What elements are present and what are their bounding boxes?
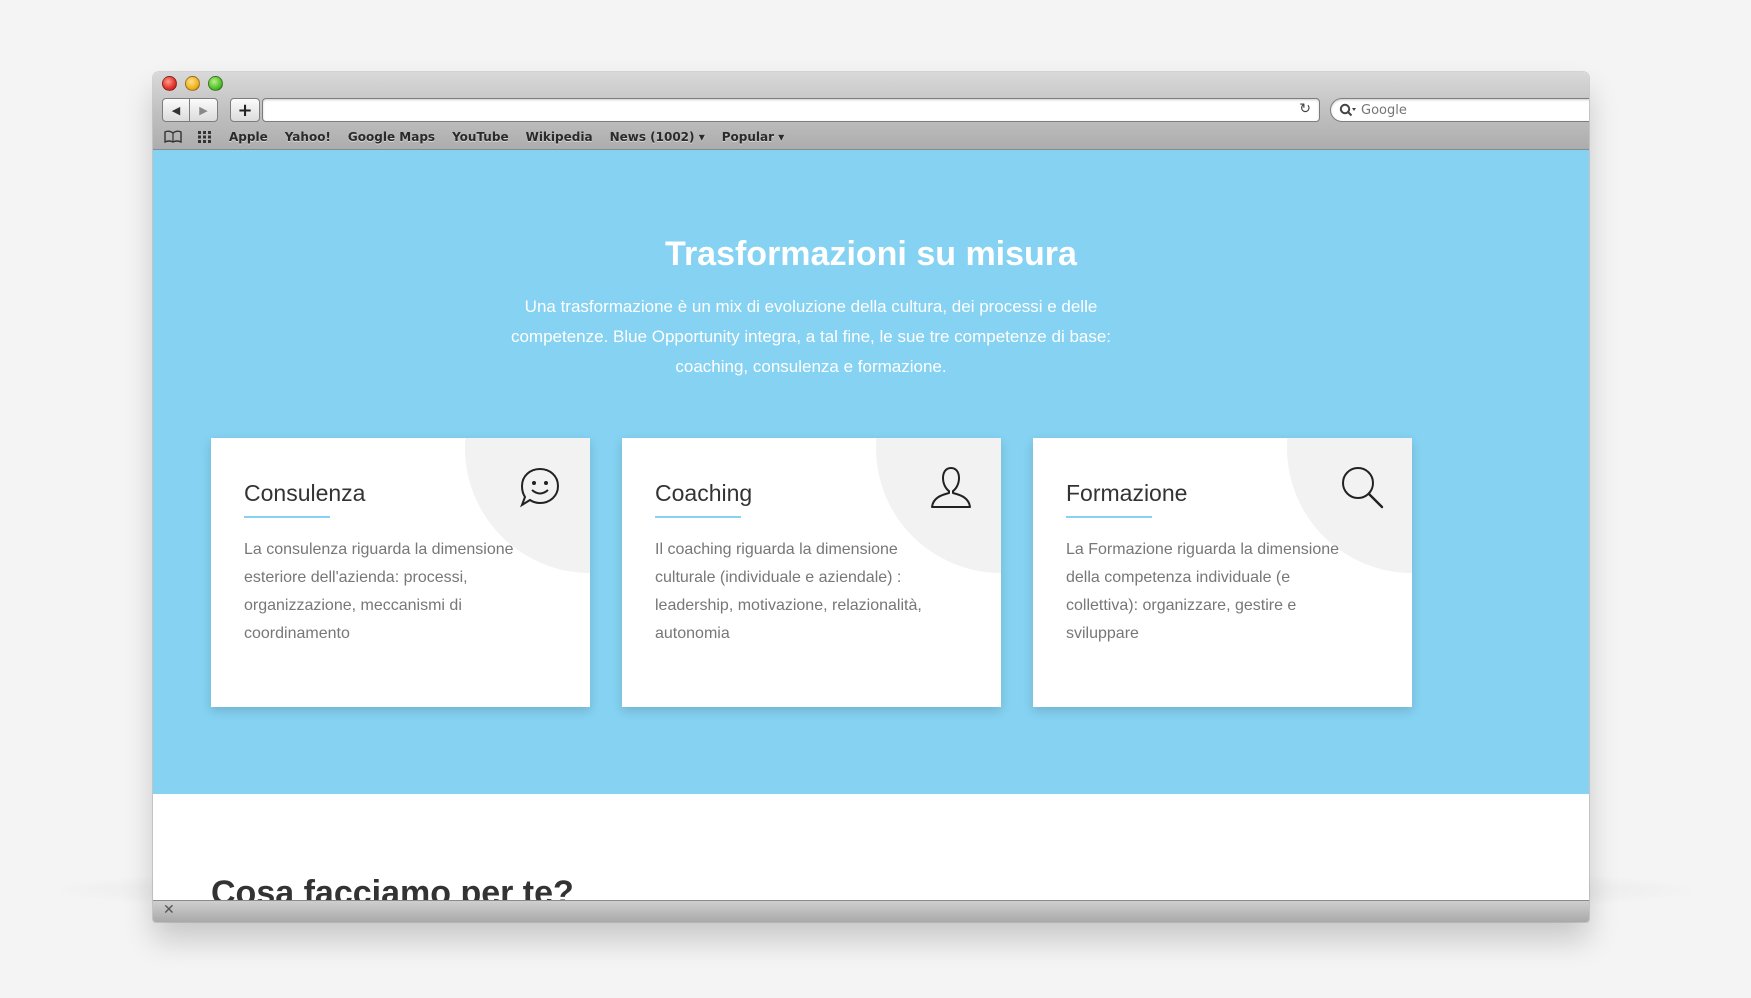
hero-subtitle: Una trasformazione è un mix di evoluzion… — [510, 297, 1112, 376]
card-text: La Formazione riguarda la dimensione del… — [1066, 541, 1340, 642]
zoom-window-button[interactable] — [208, 76, 223, 91]
card-consulenza[interactable]: Consulenza La consulenza riguarda la dim… — [211, 438, 590, 707]
forward-arrow-icon: ▶ — [199, 103, 208, 117]
card-title: Consulenza — [244, 480, 366, 506]
card-coaching[interactable]: Coaching Il coaching riguarda la dimensi… — [622, 438, 1001, 707]
search-field[interactable] — [1330, 98, 1589, 122]
bookmark-google-maps[interactable]: Google Maps — [348, 130, 435, 144]
card-title-underline — [244, 516, 330, 518]
forward-button[interactable]: ▶ — [190, 98, 218, 122]
history-buttons: ◀ ▶ — [162, 98, 218, 122]
reading-list-icon[interactable] — [163, 130, 183, 144]
person-icon — [931, 467, 971, 508]
card-title: Formazione — [1066, 480, 1188, 506]
service-cards: Consulenza La consulenza riguarda la dim… — [211, 438, 1412, 707]
reload-icon[interactable]: ↻ — [1299, 101, 1311, 117]
hero-section: Trasformazioni su misura Una trasformazi… — [153, 150, 1589, 794]
card-title-underline — [655, 516, 741, 518]
close-status-icon[interactable]: ✕ — [163, 902, 175, 918]
search-icon — [1339, 103, 1361, 117]
hero-title: Trasformazioni su misura — [665, 235, 1077, 273]
search-input[interactable] — [1361, 102, 1589, 118]
lower-section: Cosa facciamo per te? — [153, 794, 1589, 912]
bookmark-youtube[interactable]: YouTube — [452, 130, 509, 144]
bookmark-popular-menu[interactable]: Popular ▾ — [722, 130, 785, 144]
bookmarks-bar: Apple Yahoo! Google Maps YouTube Wikiped… — [163, 128, 801, 146]
speech-smiley-icon — [520, 467, 560, 508]
add-bookmark-button[interactable]: + — [230, 98, 260, 122]
magnifier-icon — [1342, 467, 1384, 509]
browser-toolbar: ◀ ▶ + ↻ Apple Yahoo! Google Maps YouTube… — [153, 72, 1589, 150]
plus-icon: + — [237, 99, 253, 121]
card-text: Il coaching riguarda la dimensione cultu… — [655, 541, 922, 642]
card-text: La consulenza riguarda la dimensione est… — [244, 541, 514, 642]
bookmark-apple[interactable]: Apple — [229, 130, 268, 144]
bookmark-news-menu[interactable]: News (1002) ▾ — [610, 130, 705, 144]
card-title: Coaching — [655, 480, 753, 506]
close-window-button[interactable] — [162, 76, 177, 91]
browser-window: ◀ ▶ + ↻ Apple Yahoo! Google Maps YouTube… — [153, 72, 1589, 922]
card-title-underline — [1066, 516, 1152, 518]
card-formazione[interactable]: Formazione La Formazione riguarda la dim… — [1033, 438, 1412, 707]
back-button[interactable]: ◀ — [162, 98, 190, 122]
bookmark-wikipedia[interactable]: Wikipedia — [526, 130, 593, 144]
status-bar: ✕ — [153, 900, 1589, 922]
top-sites-grid-icon[interactable] — [197, 130, 215, 144]
bookmark-yahoo[interactable]: Yahoo! — [285, 130, 331, 144]
window-controls — [162, 76, 223, 91]
back-arrow-icon: ◀ — [171, 103, 181, 117]
address-bar[interactable]: ↻ — [262, 98, 1320, 122]
minimize-window-button[interactable] — [185, 76, 200, 91]
